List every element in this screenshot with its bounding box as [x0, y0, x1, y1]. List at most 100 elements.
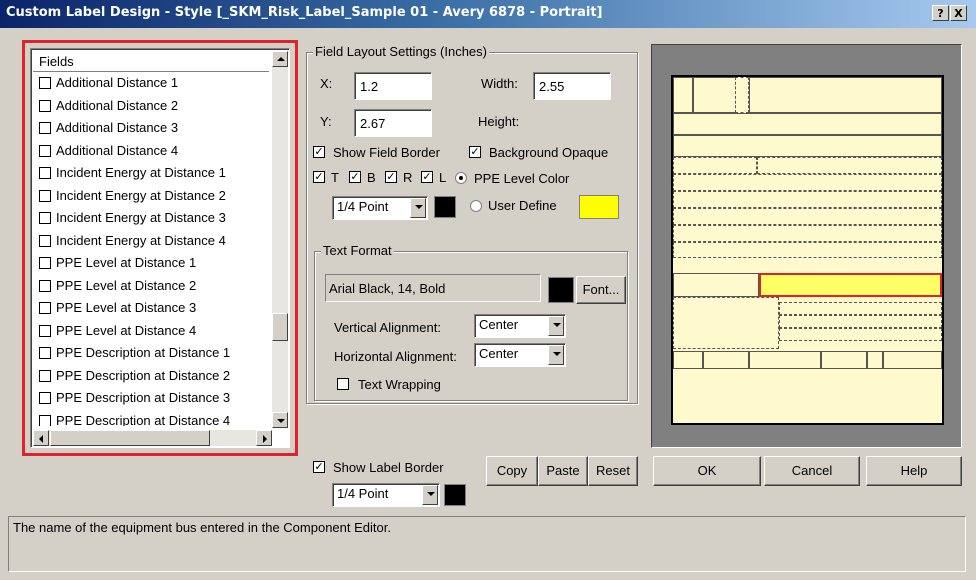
close-button[interactable]: X [950, 5, 967, 21]
cancel-button[interactable]: Cancel [764, 456, 860, 486]
border-top-checkbox[interactable]: ✓ [313, 171, 325, 183]
show-field-border-checkbox[interactable]: ✓ [313, 146, 325, 158]
horizontal-alignment-select[interactable]: Center [474, 343, 566, 367]
field-list-item[interactable]: Additional Distance 2 [39, 95, 269, 117]
x-input[interactable]: 1.2 [354, 72, 432, 100]
field-list-item[interactable]: Additional Distance 1 [39, 72, 269, 94]
field-checkbox[interactable] [39, 347, 51, 359]
field-list-item[interactable]: Additional Distance 3 [39, 117, 269, 139]
field-checkbox[interactable] [39, 212, 51, 224]
field-list-item[interactable]: Additional Distance 4 [39, 140, 269, 162]
preview-selected-field[interactable] [759, 273, 942, 297]
field-list-item[interactable]: Incident Energy at Distance 4 [39, 230, 269, 252]
preview-field[interactable] [673, 225, 942, 242]
field-list-item[interactable]: Incident Energy at Distance 2 [39, 185, 269, 207]
show-label-border-checkbox[interactable]: ✓ [313, 461, 325, 473]
help-button[interactable]: Help [866, 456, 962, 486]
field-checkbox[interactable] [39, 77, 51, 89]
field-border-width-select[interactable]: 1/4 Point [332, 196, 428, 220]
field-checkbox[interactable] [39, 167, 51, 179]
scroll-thumb[interactable] [272, 313, 288, 341]
preview-field[interactable] [673, 174, 942, 191]
field-checkbox[interactable] [39, 302, 51, 314]
preview-field[interactable] [821, 351, 867, 369]
field-checkbox[interactable] [39, 257, 51, 269]
field-checkbox[interactable] [39, 279, 51, 292]
text-wrapping-checkbox[interactable] [337, 378, 349, 390]
y-input[interactable]: 2.67 [354, 109, 432, 137]
preview-field[interactable] [735, 77, 749, 113]
fields-header[interactable]: Fields [33, 51, 269, 72]
label-border-width-select[interactable]: 1/4 Point [332, 483, 440, 507]
field-list-item[interactable]: PPE Description at Distance 3 [39, 387, 269, 409]
preview-field[interactable] [867, 351, 883, 369]
preview-field[interactable] [779, 315, 942, 328]
preview-field[interactable] [779, 328, 942, 341]
preview-field[interactable] [673, 297, 779, 349]
title-bar[interactable]: Custom Label Design - Style [_SKM_Risk_L… [0, 0, 976, 28]
field-checkbox[interactable] [39, 324, 51, 337]
user-define-radio[interactable] [470, 200, 482, 212]
font-color-swatch[interactable] [548, 277, 574, 303]
field-checkbox[interactable] [39, 392, 51, 404]
border-bottom-checkbox[interactable]: ✓ [349, 171, 361, 183]
user-define-color-swatch[interactable] [579, 195, 619, 219]
field-checkbox[interactable] [39, 414, 51, 426]
copy-button[interactable]: Copy [486, 456, 538, 486]
preview-field[interactable] [673, 351, 703, 369]
font-button[interactable]: Font... [576, 276, 626, 304]
hscroll-thumb[interactable] [50, 430, 210, 446]
preview-field[interactable] [883, 351, 942, 369]
horizontal-scrollbar[interactable] [33, 430, 272, 446]
field-list-item[interactable]: PPE Description at Distance 4 [39, 410, 269, 426]
scroll-down-button[interactable] [272, 412, 288, 428]
background-opaque-checkbox[interactable]: ✓ [469, 146, 481, 158]
paste-button[interactable]: Paste [538, 456, 588, 486]
preview-field[interactable] [757, 157, 942, 174]
width-input[interactable]: 2.55 [533, 72, 611, 100]
field-checkbox[interactable] [39, 189, 51, 202]
help-title-button[interactable]: ? [932, 5, 949, 21]
preview-field[interactable] [673, 208, 942, 225]
vertical-alignment-select[interactable]: Center [474, 314, 566, 338]
field-list-item[interactable]: Incident Energy at Distance 3 [39, 207, 269, 229]
field-list-item[interactable]: PPE Description at Distance 1 [39, 342, 269, 364]
field-list-item[interactable]: PPE Description at Distance 2 [39, 365, 269, 387]
field-checkbox[interactable] [39, 369, 51, 382]
preview-field[interactable] [703, 351, 749, 369]
ok-button[interactable]: OK [653, 456, 761, 486]
field-checkbox[interactable] [39, 122, 51, 134]
field-checkbox[interactable] [39, 99, 51, 112]
field-checkbox[interactable] [39, 234, 51, 247]
field-checkbox[interactable] [39, 144, 51, 157]
preview-field[interactable] [673, 135, 942, 157]
preview-field[interactable] [673, 242, 942, 258]
border-right-label: R [403, 170, 413, 185]
preview-field[interactable] [673, 191, 942, 208]
scroll-right-button[interactable] [256, 430, 272, 446]
border-right-checkbox[interactable]: ✓ [385, 171, 397, 183]
preview-field[interactable] [673, 113, 942, 135]
border-left-checkbox[interactable]: ✓ [421, 171, 433, 183]
preview-field[interactable] [673, 273, 759, 297]
field-list-item[interactable]: PPE Level at Distance 3 [39, 297, 269, 319]
scroll-left-button[interactable] [33, 430, 49, 446]
fields-list[interactable]: Fields Additional Distance 1 Additional D… [30, 48, 290, 448]
field-list-item[interactable]: PPE Level at Distance 4 [39, 320, 269, 342]
preview-field[interactable] [779, 302, 942, 315]
reset-button[interactable]: Reset [588, 456, 638, 486]
field-list-item[interactable]: Incident Energy at Distance 1 [39, 162, 269, 184]
field-border-color-swatch[interactable] [434, 196, 456, 218]
ppe-level-color-radio[interactable] [455, 172, 467, 184]
preview-field[interactable] [693, 77, 737, 113]
field-list-item[interactable]: PPE Level at Distance 1 [39, 252, 269, 274]
preview-field[interactable] [749, 77, 942, 113]
label-preview[interactable] [651, 44, 962, 448]
vertical-scrollbar[interactable] [272, 51, 288, 428]
scroll-up-button[interactable] [272, 51, 288, 67]
label-border-color-swatch[interactable] [444, 484, 466, 506]
field-list-item[interactable]: PPE Level at Distance 2 [39, 275, 269, 297]
preview-field[interactable] [749, 351, 821, 369]
preview-field[interactable] [673, 157, 757, 174]
preview-field[interactable] [673, 77, 693, 113]
